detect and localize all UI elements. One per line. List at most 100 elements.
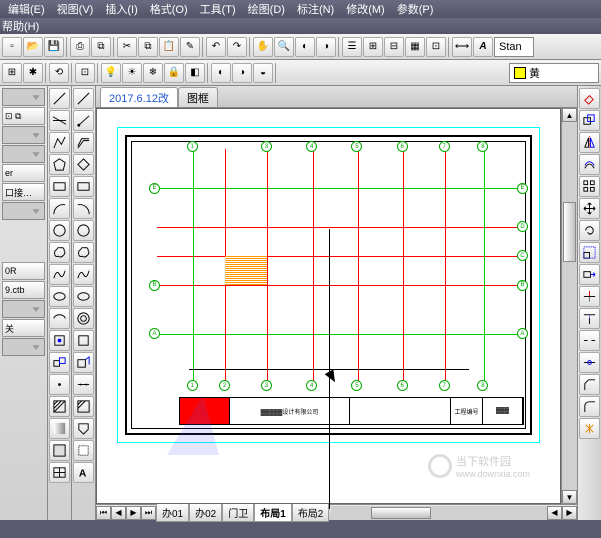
menu-modify[interactable]: 修改(M) (340, 0, 391, 18)
scroll-thumb-v[interactable] (563, 202, 576, 262)
lp-er[interactable]: er (2, 164, 45, 182)
scroll-track-h[interactable] (331, 506, 547, 520)
rotate-tool[interactable] (579, 220, 600, 241)
hatch-tool[interactable] (49, 396, 70, 417)
layer-iso-button[interactable]: ◒ (253, 63, 273, 83)
light-button[interactable]: 💡 (101, 63, 121, 83)
lp-rel[interactable]: 关 (2, 319, 45, 337)
lp-combo-2[interactable] (2, 126, 45, 144)
insert-tool[interactable] (49, 330, 70, 351)
tab-date[interactable]: 2017.6.12改 (100, 87, 178, 107)
lp-combo-6[interactable] (2, 338, 45, 356)
lp-combo-1[interactable] (2, 88, 45, 106)
scroll-right-button[interactable]: ▶ (562, 506, 577, 520)
lp-or[interactable]: 0R (2, 262, 45, 280)
text-button[interactable]: A (473, 37, 493, 57)
spline-tool[interactable] (49, 264, 70, 285)
menu-edit[interactable]: 编辑(E) (2, 0, 51, 18)
offset-tool[interactable] (579, 154, 600, 175)
open-button[interactable]: 📂 (23, 37, 43, 57)
tab-frame[interactable]: 图框 (178, 87, 218, 107)
scroll-down-button[interactable]: ▼ (562, 490, 577, 504)
poly2-tool[interactable] (73, 154, 94, 175)
table-tool[interactable] (49, 462, 70, 483)
dim-button[interactable]: ⟷ (452, 37, 472, 57)
freeze-button[interactable]: ❄ (143, 63, 163, 83)
move-tool[interactable] (579, 198, 600, 219)
layer-states-button[interactable]: ⊡ (75, 63, 95, 83)
lock-button[interactable]: 🔒 (164, 63, 184, 83)
scale-tool[interactable] (579, 242, 600, 263)
layer-prev-button[interactable]: ⟲ (49, 63, 69, 83)
layer-on-button[interactable]: ◐ (211, 63, 231, 83)
zoom-prev-button[interactable]: ◐ (295, 37, 315, 57)
fillet-tool[interactable] (579, 396, 600, 417)
menu-view[interactable]: 视图(V) (51, 0, 100, 18)
layout-tab-4[interactable]: 布局1 (254, 503, 292, 522)
chamfer-tool[interactable] (579, 374, 600, 395)
mline-tool[interactable] (73, 132, 94, 153)
boundary-tool[interactable] (73, 418, 94, 439)
wipeout-tool[interactable] (73, 440, 94, 461)
layer-off-button[interactable]: ◑ (232, 63, 252, 83)
mtext-tool[interactable]: A (73, 462, 94, 483)
copy-tool[interactable] (579, 110, 600, 131)
lp-combo-3[interactable] (2, 145, 45, 163)
break-tool[interactable] (579, 330, 600, 351)
zoom-button[interactable]: 🔍 (274, 37, 294, 57)
menu-draw[interactable]: 绘图(D) (242, 0, 291, 18)
lp-ctb[interactable]: 9.ctb (2, 281, 45, 299)
scroll-left-button[interactable]: ◀ (547, 506, 562, 520)
trim-tool[interactable] (579, 286, 600, 307)
ellipsearc-tool[interactable] (49, 308, 70, 329)
cut-button[interactable]: ✂ (117, 37, 137, 57)
lp-item-1[interactable]: ⊡ ⧉ (2, 107, 45, 125)
drawing-canvas[interactable]: E D C B A E B A 1 2 3 4 5 6 7 8 1 (96, 108, 561, 504)
ellipse2-tool[interactable] (73, 286, 94, 307)
tool4-button[interactable]: ⊡ (426, 37, 446, 57)
menu-insert[interactable]: 插入(I) (99, 0, 143, 18)
preview-button[interactable]: ⧉ (91, 37, 111, 57)
scroll-up-button[interactable]: ▲ (562, 108, 577, 122)
polygon-tool[interactable] (49, 154, 70, 175)
tool1-button[interactable]: ⊞ (363, 37, 383, 57)
menu-param[interactable]: 参数(P) (391, 0, 440, 18)
tool2-button[interactable]: ⊟ (384, 37, 404, 57)
donut-tool[interactable] (73, 308, 94, 329)
xref-button[interactable]: ✱ (23, 63, 43, 83)
color-button[interactable]: ◧ (185, 63, 205, 83)
print-button[interactable]: ⎙ (70, 37, 90, 57)
explode-tool[interactable] (579, 418, 600, 439)
layout-tab-1[interactable]: 办01 (156, 503, 189, 522)
insert2-tool[interactable] (73, 330, 94, 351)
menu-tools[interactable]: 工具(T) (194, 0, 242, 18)
circle2-tool[interactable] (73, 220, 94, 241)
line2-tool[interactable] (73, 88, 94, 109)
lp-combo-5[interactable] (2, 300, 45, 318)
lp-link[interactable]: 口接… (2, 183, 45, 201)
point-tool[interactable] (49, 374, 70, 395)
mirror-tool[interactable] (579, 132, 600, 153)
sun-button[interactable]: ☀ (122, 63, 142, 83)
arc-tool[interactable] (49, 198, 70, 219)
zoom-ext-button[interactable]: ◑ (316, 37, 336, 57)
rect2-tool[interactable] (73, 176, 94, 197)
props-button[interactable]: ☰ (342, 37, 362, 57)
tab-prev-button[interactable]: ◀ (111, 506, 126, 520)
join-tool[interactable] (579, 352, 600, 373)
array-tool[interactable] (579, 176, 600, 197)
cloud2-tool[interactable] (73, 242, 94, 263)
layer-mgr-button[interactable]: ⊞ (2, 63, 22, 83)
region-tool[interactable] (49, 440, 70, 461)
hatch2-tool[interactable] (73, 396, 94, 417)
undo-button[interactable]: ↶ (206, 37, 226, 57)
new-button[interactable]: ▫ (2, 37, 22, 57)
color-combo[interactable]: 黄 (509, 63, 599, 83)
menu-help[interactable]: 帮助(H) (2, 18, 39, 34)
paste-button[interactable]: 📋 (159, 37, 179, 57)
redo-button[interactable]: ↷ (227, 37, 247, 57)
scrollbar-vertical[interactable]: ▲ ▼ (561, 108, 577, 504)
ellipse-tool[interactable] (49, 286, 70, 307)
gradient-tool[interactable] (49, 418, 70, 439)
divide-tool[interactable] (73, 374, 94, 395)
